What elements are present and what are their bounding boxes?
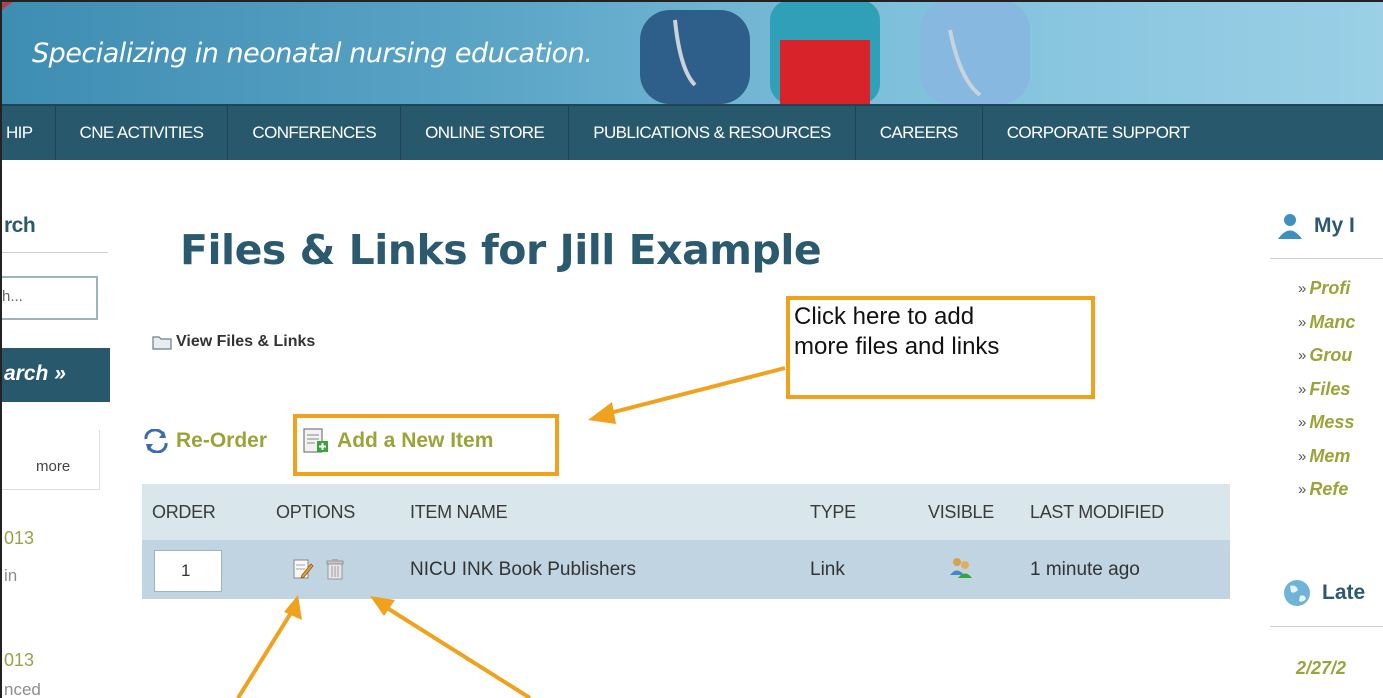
news-date[interactable]: 013 <box>4 650 34 671</box>
reorder-label: Re-Order <box>176 429 268 452</box>
table-row: 1 NICU INK Book Publishers Link 1 minute… <box>142 540 1230 600</box>
globe-icon <box>1284 580 1310 606</box>
col-last-modified: LAST MODIFIED <box>1030 501 1164 522</box>
frame-border <box>0 0 1383 2</box>
nav-item-careers[interactable]: CAREERS <box>856 106 983 160</box>
callout-line: Click here to add <box>794 303 975 330</box>
folder-icon <box>152 336 172 350</box>
add-item-highlight <box>293 414 559 476</box>
more-link[interactable]: more <box>36 458 70 475</box>
site-banner: Specializing in neonatal nursing educati… <box>0 0 1383 104</box>
page-title: Files & Links for Jill Example <box>180 226 822 274</box>
divider <box>0 252 108 253</box>
col-options: OPTIONS <box>276 501 355 522</box>
news-snippet: in <box>4 566 18 585</box>
members-link[interactable]: » Mem <box>1298 440 1355 474</box>
search-heading: rch <box>4 214 36 237</box>
search-input[interactable]: h... <box>0 276 98 320</box>
view-files-label: View Files & Links <box>176 333 316 350</box>
divider <box>1270 626 1383 627</box>
groups-link[interactable]: » Grou <box>1298 339 1355 373</box>
messages-link[interactable]: » Mess <box>1298 406 1355 440</box>
visible-users-icon[interactable] <box>948 555 974 585</box>
col-item-name: ITEM NAME <box>410 501 508 522</box>
search-button[interactable]: arch » <box>0 348 110 402</box>
nav-item-publications[interactable]: PUBLICATIONS & RESOURCES <box>569 106 856 160</box>
main-nav: HIP CNE ACTIVITIES CONFERENCES ONLINE ST… <box>0 104 1383 160</box>
row-options <box>292 557 346 581</box>
callout-line: more files and links <box>794 333 1000 360</box>
col-order: ORDER <box>152 501 216 522</box>
reorder-button[interactable]: Re-Order <box>142 429 267 453</box>
nav-item-corporate-support[interactable]: CORPORATE SUPPORT <box>983 106 1214 160</box>
my-profile-label: My I <box>1314 214 1355 237</box>
frame-border <box>0 0 2 698</box>
divider <box>1270 258 1383 259</box>
user-icon <box>1278 214 1302 239</box>
col-visible: VISIBLE <box>928 501 994 522</box>
profile-link[interactable]: » Profi <box>1298 272 1355 306</box>
news-snippet: nced <box>4 680 41 698</box>
manage-link[interactable]: » Manc <box>1298 306 1355 340</box>
trash-icon[interactable] <box>324 557 346 581</box>
profile-links: » Profi » Manc » Grou » Files » Mess » Mem » Re… <box>1298 272 1355 507</box>
referrals-link[interactable]: » Refe <box>1298 473 1355 507</box>
my-profile-heading: My I <box>1276 212 1355 240</box>
item-name[interactable]: NICU INK Book Publishers <box>410 559 636 581</box>
annotation-callout: Click here to add more files and links <box>786 296 1095 399</box>
news-date[interactable]: 013 <box>4 528 34 549</box>
files-link[interactable]: » Files <box>1298 373 1355 407</box>
view-files-link[interactable]: View Files & Links <box>152 333 315 351</box>
latest-date[interactable]: 2/27/2 <box>1296 658 1346 679</box>
nav-item-cne-activities[interactable]: CNE ACTIVITIES <box>56 106 229 160</box>
last-modified: 1 minute ago <box>1030 558 1140 580</box>
nav-item-conferences[interactable]: CONFERENCES <box>228 106 402 160</box>
item-type: Link <box>810 558 845 580</box>
table-header: ORDER OPTIONS ITEM NAME TYPE VISIBLE LAS… <box>142 484 1230 540</box>
nurses-photo <box>640 0 1030 104</box>
nav-item-online-store[interactable]: ONLINE STORE <box>401 106 570 160</box>
edit-icon[interactable] <box>292 557 314 581</box>
latest-heading: Late <box>1282 578 1365 608</box>
col-type: TYPE <box>810 501 856 522</box>
reorder-icon <box>144 429 168 453</box>
banner-tagline: Specializing in neonatal nursing educati… <box>32 38 593 69</box>
order-input[interactable]: 1 <box>154 550 222 592</box>
nav-item-membership[interactable]: HIP <box>0 106 56 160</box>
files-table: ORDER OPTIONS ITEM NAME TYPE VISIBLE LAS… <box>142 484 1230 600</box>
latest-label: Late <box>1322 581 1366 604</box>
